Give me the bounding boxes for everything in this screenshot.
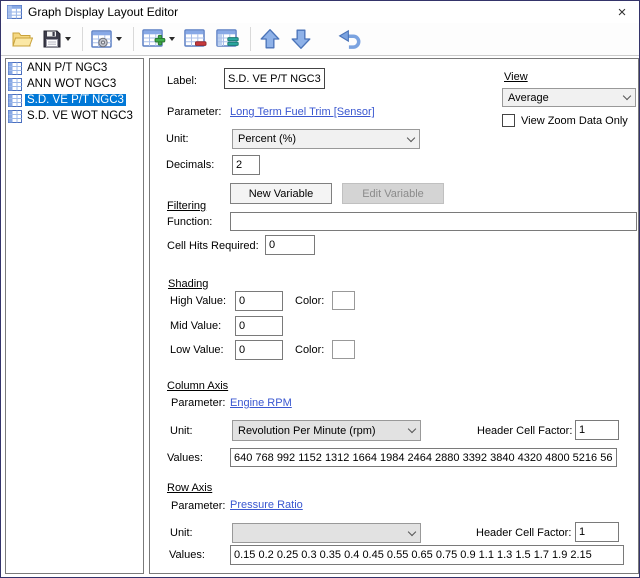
function-input[interactable] bbox=[230, 212, 637, 231]
high-value-input[interactable] bbox=[235, 291, 283, 311]
table-icon bbox=[8, 94, 22, 107]
view-zoom-data-only-label: View Zoom Data Only bbox=[521, 115, 628, 127]
table-add-button[interactable] bbox=[139, 27, 178, 52]
row-values-label: Values: bbox=[169, 549, 205, 561]
row-parameter-link[interactable]: Pressure Ratio bbox=[230, 499, 303, 511]
table-edit-icon bbox=[216, 29, 239, 50]
move-up-icon bbox=[259, 28, 281, 50]
column-parameter-label: Parameter: bbox=[171, 397, 225, 409]
list-item-label: ANN WOT NGC3 bbox=[25, 78, 118, 90]
row-unit-select[interactable] bbox=[232, 523, 421, 543]
column-unit-label: Unit: bbox=[170, 425, 193, 437]
filtering-heading: Filtering bbox=[167, 200, 206, 212]
high-value-label: High Value: bbox=[170, 295, 226, 307]
cell-hits-required-label: Cell Hits Required: bbox=[167, 240, 259, 252]
edit-variable-button[interactable]: Edit Variable bbox=[342, 183, 444, 204]
window-title: Graph Display Layout Editor bbox=[28, 5, 178, 19]
layout-list[interactable]: ANN P/T NGC3 ANN WOT NGC3 S.D. VE P/T NG… bbox=[5, 58, 144, 574]
view-select[interactable]: Average bbox=[502, 88, 636, 107]
shading-heading: Shading bbox=[168, 278, 208, 290]
close-button[interactable]: × bbox=[605, 1, 639, 23]
chevron-down-icon bbox=[408, 527, 416, 535]
unit-label: Unit: bbox=[166, 133, 189, 145]
table-remove-icon bbox=[184, 29, 207, 50]
list-item[interactable]: ANN P/T NGC3 bbox=[6, 60, 143, 76]
unit-select[interactable]: Percent (%) bbox=[232, 129, 420, 149]
table-add-menu-caret[interactable] bbox=[169, 37, 175, 41]
move-down-icon bbox=[290, 28, 312, 50]
column-header-cell-factor-input[interactable] bbox=[575, 420, 619, 440]
low-value-label: Low Value: bbox=[170, 344, 224, 356]
undo-icon bbox=[338, 29, 362, 50]
table-remove-button[interactable] bbox=[181, 27, 210, 52]
move-up-button[interactable] bbox=[256, 26, 284, 52]
list-item-label: S.D. VE WOT NGC3 bbox=[25, 110, 135, 122]
view-zoom-data-only-checkbox[interactable] bbox=[502, 114, 515, 127]
row-header-cell-factor-input[interactable] bbox=[575, 522, 619, 542]
new-variable-button[interactable]: New Variable bbox=[230, 183, 332, 204]
table-icon bbox=[8, 78, 22, 91]
open-button[interactable] bbox=[8, 27, 36, 51]
table-add-icon bbox=[142, 29, 166, 50]
chevron-down-icon bbox=[407, 133, 415, 141]
table-settings-button[interactable] bbox=[88, 28, 125, 51]
low-color-swatch[interactable] bbox=[332, 340, 355, 359]
column-unit-select[interactable]: Revolution Per Minute (rpm) bbox=[232, 420, 421, 441]
chevron-down-icon bbox=[408, 425, 416, 433]
list-item-label: ANN P/T NGC3 bbox=[25, 62, 109, 74]
table-edit-button[interactable] bbox=[213, 27, 242, 52]
table-settings-menu-caret[interactable] bbox=[116, 37, 122, 41]
row-unit-label: Unit: bbox=[170, 527, 193, 539]
cell-hits-required-input[interactable] bbox=[265, 235, 315, 255]
column-values-input[interactable] bbox=[230, 448, 617, 467]
parameter-link[interactable]: Long Term Fuel Trim [Sensor] bbox=[230, 106, 375, 118]
list-item-selected[interactable]: S.D. VE P/T NGC3 bbox=[6, 92, 143, 108]
column-header-cell-factor-label: Header Cell Factor: bbox=[477, 425, 572, 437]
high-color-swatch[interactable] bbox=[332, 291, 355, 310]
decimals-label: Decimals: bbox=[166, 159, 214, 171]
column-axis-heading: Column Axis bbox=[167, 380, 228, 392]
list-item[interactable]: S.D. VE WOT NGC3 bbox=[6, 108, 143, 124]
column-unit-selected-value: Revolution Per Minute (rpm) bbox=[238, 425, 409, 437]
unit-selected-value: Percent (%) bbox=[238, 133, 408, 145]
editor-panel: Label: View Average View Zoom Data Only … bbox=[149, 58, 639, 574]
function-label: Function: bbox=[167, 216, 212, 228]
toolbar-separator bbox=[250, 27, 251, 51]
graph-display-layout-editor-window: Graph Display Layout Editor × bbox=[0, 0, 640, 578]
mid-value-label: Mid Value: bbox=[170, 320, 221, 332]
titlebar: Graph Display Layout Editor × bbox=[1, 1, 639, 23]
column-values-label: Values: bbox=[167, 452, 203, 464]
save-icon bbox=[42, 29, 62, 49]
decimals-input[interactable] bbox=[232, 155, 260, 175]
mid-value-input[interactable] bbox=[235, 316, 283, 336]
label-field-label: Label: bbox=[167, 75, 197, 87]
list-item-label: S.D. VE P/T NGC3 bbox=[25, 94, 126, 106]
parameter-label: Parameter: bbox=[167, 106, 221, 118]
save-menu-caret[interactable] bbox=[65, 37, 71, 41]
undo-button[interactable] bbox=[335, 27, 365, 52]
move-down-button[interactable] bbox=[287, 26, 315, 52]
table-icon bbox=[8, 110, 22, 123]
view-selected-value: Average bbox=[508, 92, 624, 104]
row-values-input[interactable] bbox=[230, 545, 624, 565]
row-header-cell-factor-label: Header Cell Factor: bbox=[476, 527, 571, 539]
label-input[interactable] bbox=[224, 68, 325, 89]
table-icon bbox=[8, 62, 22, 75]
toolbar-separator bbox=[82, 27, 83, 51]
table-settings-icon bbox=[91, 30, 113, 49]
save-button[interactable] bbox=[39, 27, 74, 51]
list-item[interactable]: ANN WOT NGC3 bbox=[6, 76, 143, 92]
row-axis-heading: Row Axis bbox=[167, 482, 212, 494]
low-color-label: Color: bbox=[295, 344, 324, 356]
row-parameter-label: Parameter: bbox=[171, 500, 225, 512]
chevron-down-icon bbox=[623, 92, 631, 100]
toolbar bbox=[1, 23, 639, 56]
column-parameter-link[interactable]: Engine RPM bbox=[230, 397, 292, 409]
view-heading: View bbox=[504, 71, 528, 83]
app-table-icon bbox=[7, 5, 22, 19]
toolbar-separator bbox=[133, 27, 134, 51]
low-value-input[interactable] bbox=[235, 340, 283, 360]
folder-open-icon bbox=[11, 29, 33, 49]
high-color-label: Color: bbox=[295, 295, 324, 307]
